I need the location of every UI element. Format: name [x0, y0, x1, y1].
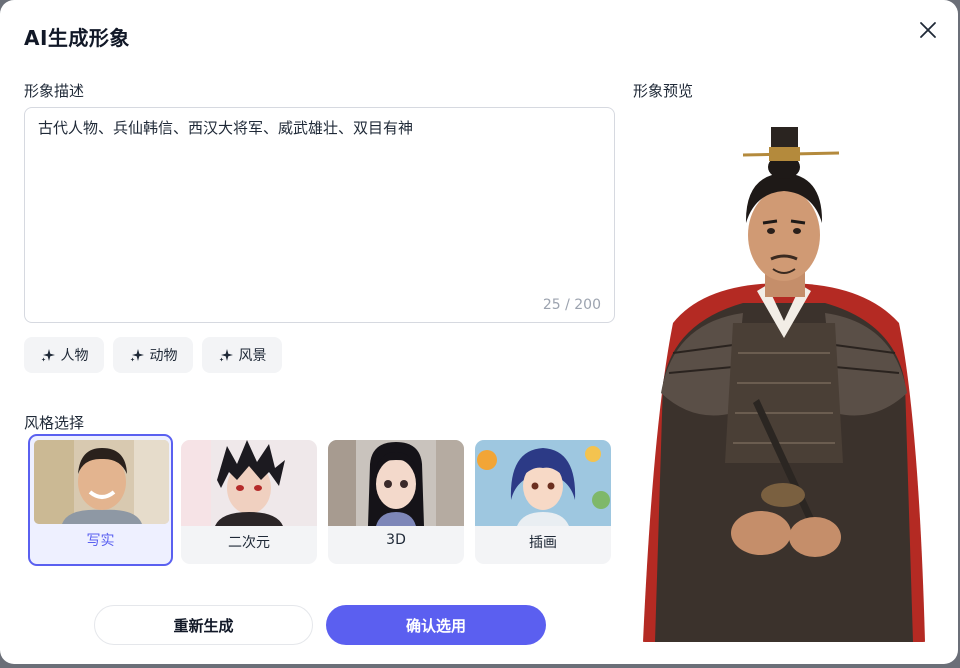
watermark-text: CSDN @文心智能体平台Agentbuilder — [649, 644, 931, 663]
3d-thumbnail — [328, 440, 464, 526]
close-icon[interactable] — [918, 20, 938, 40]
regenerate-button[interactable]: 重新生成 — [94, 605, 313, 645]
chip-animal[interactable]: 动物 — [113, 337, 193, 373]
sparkle-icon — [40, 347, 56, 363]
chip-label: 动物 — [149, 348, 178, 364]
style-option-realistic[interactable]: 写实 — [28, 434, 173, 566]
style-option-3d[interactable]: 3D — [328, 440, 464, 564]
description-value[interactable]: 古代人物、兵仙韩信、西汉大将军、威武雄壮、双目有神 — [38, 117, 601, 139]
style-label: 风格选择 — [24, 414, 85, 432]
character-counter: 25 / 200 — [542, 297, 601, 313]
ai-avatar-dialog: AI生成形象 形象描述 古代人物、兵仙韩信、西汉大将军、威武雄壮、双目有神 25… — [0, 0, 958, 664]
chip-person[interactable]: 人物 — [24, 337, 104, 373]
chip-scenery[interactable]: 风景 — [202, 337, 282, 373]
sparkle-icon — [218, 347, 234, 363]
illustration-thumbnail — [475, 440, 611, 526]
sparkle-icon — [129, 347, 145, 363]
realistic-thumbnail — [34, 440, 169, 524]
style-option-illustration[interactable]: 插画 — [475, 440, 611, 564]
anime-thumbnail — [181, 440, 317, 526]
style-caption: 3D — [386, 532, 406, 548]
confirm-button[interactable]: 确认选用 — [326, 605, 546, 645]
style-caption: 插画 — [529, 535, 557, 551]
style-option-anime[interactable]: 二次元 — [181, 440, 317, 564]
chip-label: 人物 — [60, 348, 89, 364]
dialog-title: AI生成形象 — [24, 26, 130, 50]
preview-label: 形象预览 — [633, 82, 694, 100]
chip-label: 风景 — [238, 348, 267, 364]
style-caption: 二次元 — [228, 535, 270, 551]
avatar-preview-image — [633, 123, 935, 642]
description-label: 形象描述 — [24, 82, 85, 100]
style-caption: 写实 — [86, 533, 115, 549]
description-textarea[interactable]: 古代人物、兵仙韩信、西汉大将军、威武雄壮、双目有神 25 / 200 — [24, 107, 615, 323]
